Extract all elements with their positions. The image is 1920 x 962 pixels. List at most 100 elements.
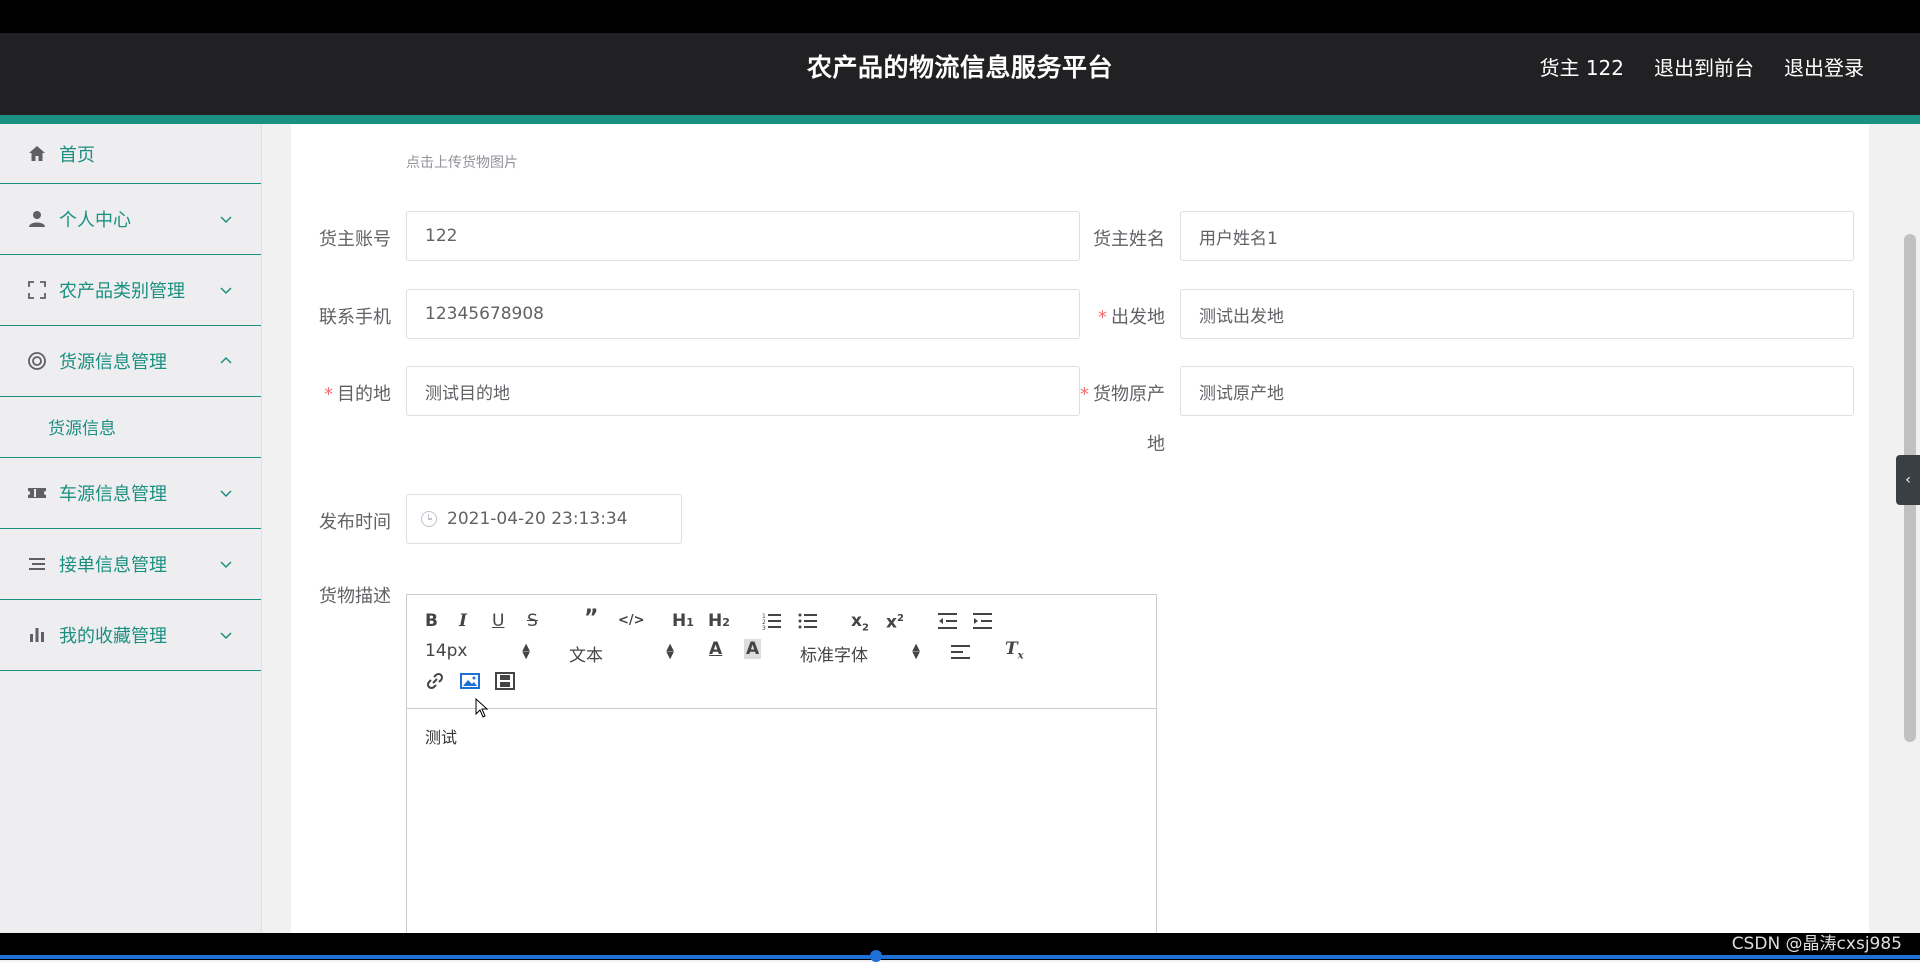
heading-select[interactable]: 文本 ▲ ▼ xyxy=(569,641,674,667)
owner-account-input[interactable]: 122 xyxy=(406,211,1080,261)
chevron-down-icon xyxy=(220,632,232,640)
mouse-cursor-icon xyxy=(475,698,489,718)
clear-format-icon[interactable]: Tx xyxy=(1005,639,1024,666)
underline-icon[interactable]: U xyxy=(492,611,504,631)
editor-toolbar: B I U S ” </> H1 H2 123 x2 x2 14px ▲ ▼ 文本… xyxy=(407,595,1156,718)
sidebar-item-label: 个人中心 xyxy=(59,210,131,231)
heading-value: 文本 xyxy=(569,646,603,666)
align-icon[interactable] xyxy=(951,642,971,662)
sidebar-item-label: 农产品类别管理 xyxy=(59,281,185,302)
clock-icon xyxy=(421,511,437,527)
sidebar: 首页 个人中心 农产品类别管理 货源信息管理 货源信息 车源信息管理 接单信息管… xyxy=(0,124,262,933)
origin-input[interactable]: 测试出发地 xyxy=(1180,289,1854,339)
blockquote-icon[interactable]: ” xyxy=(584,608,598,630)
fullscreen-icon xyxy=(26,279,48,301)
sidebar-item-label: 首页 xyxy=(59,144,95,166)
select-arrows-icon: ▲ ▼ xyxy=(912,642,920,661)
editor-content[interactable]: 测试 xyxy=(425,724,457,748)
font-size-select[interactable]: 14px ▲ ▼ xyxy=(425,641,530,661)
background-color-icon[interactable]: A xyxy=(744,639,762,659)
svg-text:3: 3 xyxy=(762,625,766,631)
owner-name-input[interactable]: 用户姓名1 xyxy=(1180,211,1854,261)
font-size-value: 14px xyxy=(425,641,468,661)
user-name-link[interactable]: 货主 122 xyxy=(1539,52,1624,81)
chevron-up-icon xyxy=(220,356,232,364)
publish-time-value: 2021-04-20 23:13:34 xyxy=(447,509,628,529)
video-icon[interactable] xyxy=(495,671,515,691)
user-icon xyxy=(26,208,48,230)
heading1-icon[interactable]: H1 xyxy=(672,611,694,633)
outdent-icon[interactable] xyxy=(938,611,958,631)
sidebar-item-order-management[interactable]: 接单信息管理 xyxy=(0,529,261,600)
page-scrollbar[interactable] xyxy=(1900,124,1920,933)
superscript-icon[interactable]: x2 xyxy=(886,609,904,633)
bold-icon[interactable]: B xyxy=(425,611,438,631)
ordered-list-icon[interactable]: 123 xyxy=(762,611,782,631)
destination-label-text: 目的地 xyxy=(337,384,391,405)
font-color-icon[interactable]: A xyxy=(709,639,722,659)
phone-label: 联系手机 xyxy=(319,307,391,328)
os-top-bar xyxy=(0,0,1920,33)
sidebar-subitem-cargo-info[interactable]: 货源信息 xyxy=(0,396,261,458)
description-label: 货物描述 xyxy=(319,586,391,607)
code-icon[interactable]: </> xyxy=(618,611,645,631)
header-links: 货主 122 退出到前台 退出登录 xyxy=(1539,52,1864,81)
video-progress-handle[interactable] xyxy=(870,950,882,962)
source-place-label: * 货物原产 xyxy=(1070,380,1165,406)
link-icon[interactable] xyxy=(425,671,445,691)
owner-account-label: 货主账号 xyxy=(319,229,391,250)
home-icon xyxy=(26,143,48,165)
font-family-value: 标准字体 xyxy=(800,646,868,666)
chevron-down-icon xyxy=(220,490,232,498)
chevron-down-icon xyxy=(220,561,232,569)
sidebar-item-favorites-management[interactable]: 我的收藏管理 xyxy=(0,600,261,671)
chevron-left-icon: ‹ xyxy=(1905,472,1911,488)
sidebar-item-label: 接单信息管理 xyxy=(59,555,167,576)
origin-label: * 出发地 xyxy=(1080,303,1165,329)
select-arrows-icon: ▲ ▼ xyxy=(522,642,530,661)
sidebar-item-cargo-management[interactable]: 货源信息管理 xyxy=(0,326,261,397)
publish-time-label: 发布时间 xyxy=(319,512,391,533)
bar-chart-icon xyxy=(26,624,48,646)
owner-name-label: 货主姓名 xyxy=(1093,229,1165,250)
sidebar-item-home[interactable]: 首页 xyxy=(0,124,261,184)
origin-label-text: 出发地 xyxy=(1111,307,1165,328)
sidebar-item-label: 货源信息管理 xyxy=(59,352,167,373)
sidebar-item-personal-center[interactable]: 个人中心 xyxy=(0,184,261,255)
upload-hint[interactable]: 点击上传货物图片 xyxy=(406,152,518,172)
exit-to-front-link[interactable]: 退出到前台 xyxy=(1654,52,1754,81)
destination-input[interactable]: 测试目的地 xyxy=(406,366,1080,416)
side-collapse-tab[interactable]: ‹ xyxy=(1896,455,1920,505)
source-place-label-line2: 地 xyxy=(1147,434,1165,455)
phone-input[interactable]: 12345678908 xyxy=(406,289,1080,339)
list-icon xyxy=(26,553,48,575)
sidebar-item-label: 我的收藏管理 xyxy=(59,626,167,647)
ticket-icon xyxy=(26,482,48,504)
logout-link[interactable]: 退出登录 xyxy=(1784,52,1864,81)
image-icon[interactable] xyxy=(460,671,480,691)
video-progress-bar[interactable] xyxy=(0,955,1920,959)
rich-text-editor: B I U S ” </> H1 H2 123 x2 x2 14px ▲ ▼ 文本… xyxy=(406,594,1157,940)
sidebar-item-label: 车源信息管理 xyxy=(59,484,167,505)
lifebuoy-icon xyxy=(26,350,48,372)
watermark: CSDN @晶涛cxsj985 xyxy=(1731,934,1902,954)
bullet-list-icon[interactable] xyxy=(798,611,818,631)
select-arrows-icon: ▲ ▼ xyxy=(666,642,674,661)
sidebar-item-category-management[interactable]: 农产品类别管理 xyxy=(0,255,261,326)
required-mark: * xyxy=(1098,307,1107,328)
publish-time-picker[interactable]: 2021-04-20 23:13:34 xyxy=(406,494,682,544)
required-mark: * xyxy=(324,384,333,405)
destination-label: * 目的地 xyxy=(300,380,391,406)
sidebar-item-vehicle-management[interactable]: 车源信息管理 xyxy=(0,458,261,529)
source-place-label-line1: 货物原产 xyxy=(1093,384,1165,405)
header-accent-strip xyxy=(0,115,1920,124)
heading2-icon[interactable]: H2 xyxy=(708,611,730,633)
font-family-select[interactable]: 标准字体 ▲ ▼ xyxy=(800,641,920,667)
source-place-input[interactable]: 测试原产地 xyxy=(1180,366,1854,416)
indent-icon[interactable] xyxy=(973,611,993,631)
required-mark: * xyxy=(1080,384,1089,405)
italic-icon[interactable]: I xyxy=(459,611,467,631)
chevron-down-icon xyxy=(220,216,232,224)
subscript-icon[interactable]: x2 xyxy=(851,611,869,638)
strikethrough-icon[interactable]: S xyxy=(527,611,538,631)
